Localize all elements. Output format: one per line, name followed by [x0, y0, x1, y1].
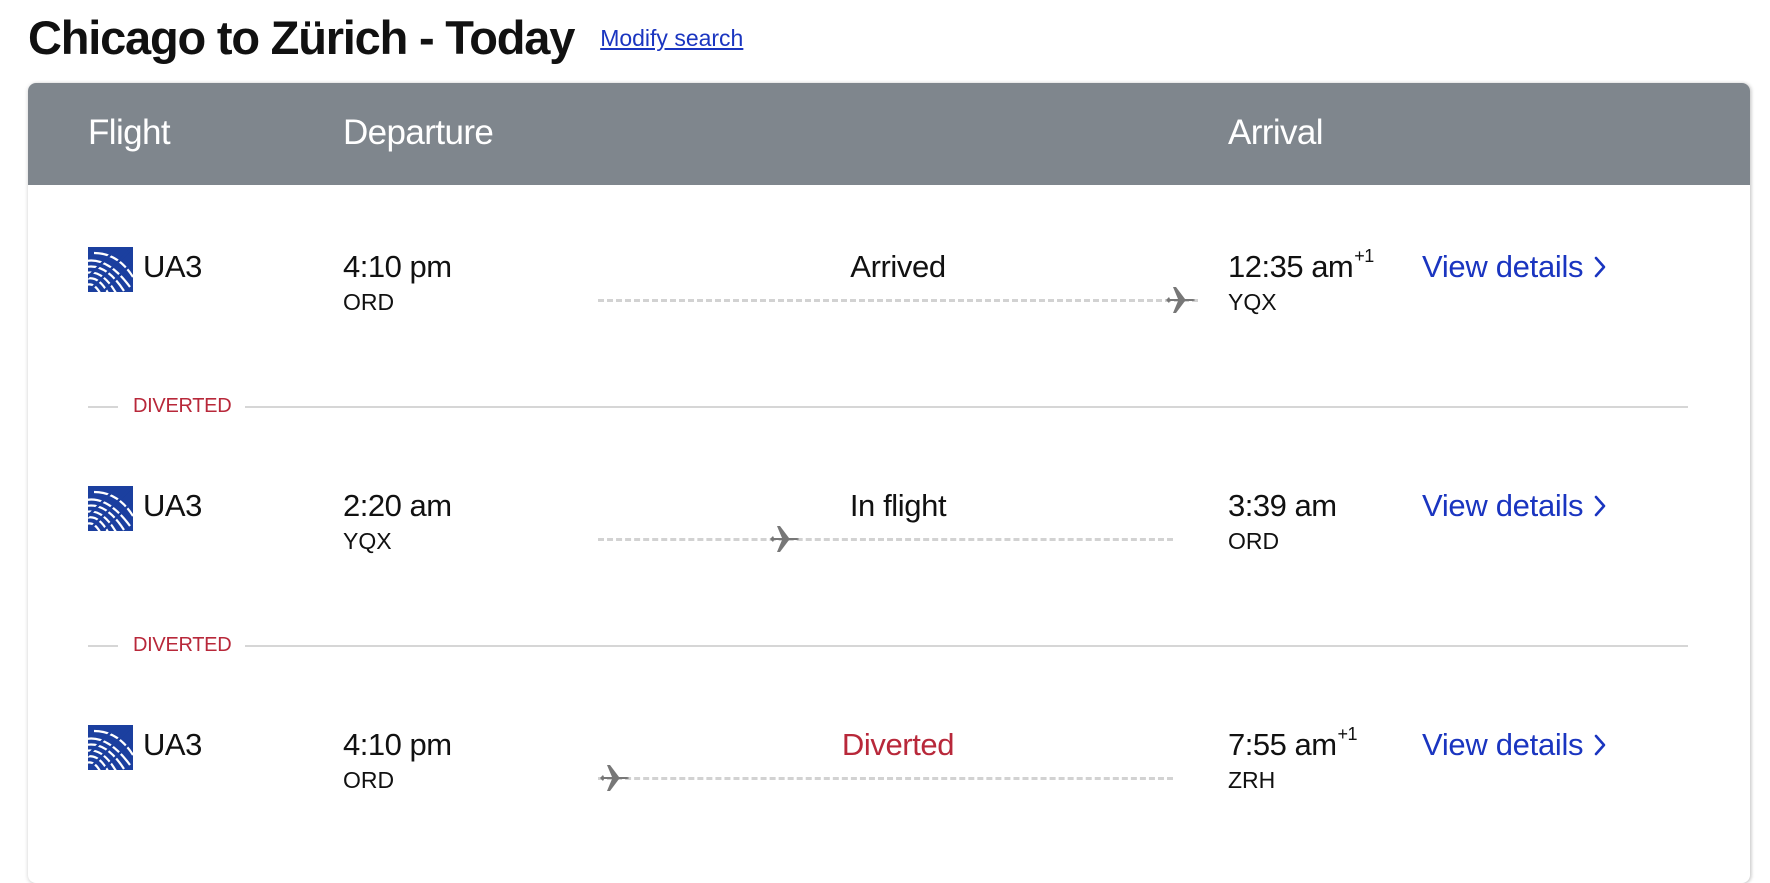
- view-details-label: View details: [1422, 249, 1584, 284]
- united-globe-icon: [77, 241, 144, 298]
- diverted-divider: DIVERTED: [88, 634, 1688, 658]
- departure-airport: ORD: [343, 767, 395, 793]
- airplane-icon: [768, 524, 802, 554]
- modify-search-link[interactable]: Modify search: [600, 25, 743, 52]
- united-globe-icon: [77, 480, 144, 537]
- departure-time: 2:20 am: [343, 488, 452, 523]
- flight-row: UA3 2:20 am YQX In flight 3:39 am ORD Vi…: [28, 480, 1750, 596]
- flight-number: UA3: [143, 727, 202, 762]
- airplane-icon: [1164, 285, 1198, 315]
- diverted-label: DIVERTED: [133, 634, 232, 656]
- flight-progress-track: [598, 285, 1198, 315]
- flight-progress-track: [598, 763, 1198, 793]
- view-details-label: View details: [1422, 727, 1584, 762]
- departure-airport: ORD: [343, 289, 395, 315]
- arrival-time-value: 12:35 am: [1228, 249, 1354, 284]
- united-globe-icon: [77, 719, 144, 776]
- progress-dashed-line: [598, 299, 1198, 302]
- flight-status: Diverted: [841, 727, 955, 762]
- progress-dashed-line: [598, 538, 1173, 541]
- column-header-flight: Flight: [88, 113, 171, 152]
- flight-status: Arrived: [850, 249, 946, 284]
- view-details-label: View details: [1422, 488, 1584, 523]
- view-details-link[interactable]: View details: [1422, 488, 1607, 524]
- table-header: Flight Departure Arrival: [28, 83, 1750, 185]
- arrival-time-value: 7:55 am: [1228, 727, 1337, 762]
- chevron-right-icon: [1594, 495, 1606, 517]
- day-offset: +1: [1337, 723, 1358, 744]
- diverted-divider: DIVERTED: [88, 395, 1688, 419]
- page-header: Chicago to Zürich - Today Modify search: [28, 10, 743, 65]
- flight-results-card: Flight Departure Arrival UA3 4:10 pm ORD…: [28, 83, 1750, 883]
- column-header-arrival: Arrival: [1228, 113, 1324, 152]
- arrival-airport: ZRH: [1228, 767, 1276, 793]
- flight-status: In flight: [849, 488, 947, 523]
- arrival-time: 7:55 am+1: [1228, 723, 1358, 763]
- arrival-airport: ORD: [1228, 528, 1280, 554]
- flight-row: UA3 4:10 pm ORD Arrived 12:35 am+1 YQX V…: [28, 241, 1750, 357]
- flight-number: UA3: [143, 488, 202, 523]
- flight-number: UA3: [143, 249, 202, 284]
- arrival-time: 3:39 am: [1228, 488, 1337, 524]
- view-details-link[interactable]: View details: [1422, 249, 1607, 285]
- chevron-right-icon: [1594, 734, 1606, 756]
- divider-line: [245, 645, 1688, 647]
- arrival-time: 12:35 am+1: [1228, 245, 1374, 285]
- day-offset: +1: [1354, 245, 1374, 266]
- divider-line: [88, 406, 118, 408]
- divider-line: [88, 645, 118, 647]
- departure-time: 4:10 pm: [343, 249, 452, 284]
- diverted-label: DIVERTED: [133, 395, 232, 417]
- flight-row: UA3 4:10 pm ORD Diverted 7:55 am+1 ZRH V…: [28, 719, 1750, 835]
- view-details-link[interactable]: View details: [1422, 727, 1607, 763]
- arrival-time-value: 3:39 am: [1228, 488, 1337, 523]
- chevron-right-icon: [1594, 256, 1606, 278]
- arrival-airport: YQX: [1228, 289, 1277, 315]
- progress-dashed-line: [598, 777, 1173, 780]
- page-title: Chicago to Zürich - Today: [28, 11, 575, 64]
- departure-time: 4:10 pm: [343, 727, 452, 762]
- divider-line: [245, 406, 1688, 408]
- departure-airport: YQX: [343, 528, 392, 554]
- airplane-icon: [598, 763, 632, 793]
- column-header-departure: Departure: [343, 113, 494, 152]
- flight-progress-track: [598, 524, 1198, 554]
